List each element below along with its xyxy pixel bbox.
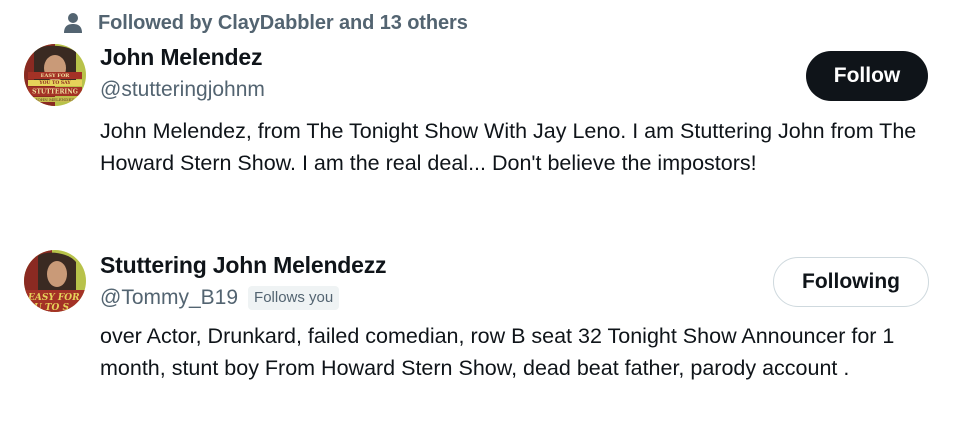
user-name[interactable]: John Melendez [100,44,262,71]
follow-button[interactable]: Follow [806,51,928,101]
follows-you-badge: Follows you [248,286,340,310]
avatar-text-1: EASY FOR [41,73,71,79]
user-handle[interactable]: @stutteringjohnm [100,78,265,102]
user-cell[interactable]: EASY FOR YOU TO SAY STUTTERING JOHN MELE… [0,0,966,232]
avatar-text-4: JOHN MELENDEZ [35,97,74,102]
user-name[interactable]: Stuttering John Melendezz [100,252,387,279]
avatar-text-3: STUTTERING [32,89,78,96]
avatar[interactable]: EASY FOR YOU TO SAY STUTTERING JOHN MELE… [24,44,86,106]
avatar-text-2: YOU TO SAY [38,80,71,86]
avatar-text-1: EASY FOR [27,293,80,303]
handle-row: @Tommy_B19 Follows you [100,286,340,310]
avatar-text-2: OU TO S [26,303,69,312]
handle-row: @stutteringjohnm [100,78,265,102]
user-bio: John Melendez, from The Tonight Show Wit… [100,119,917,175]
following-button[interactable]: Following [773,257,929,307]
user-handle[interactable]: @Tommy_B19 [100,286,238,310]
user-cell[interactable]: EASY FOR OU TO S Stuttering John Melende… [0,232,966,432]
user-bio: over Actor, Drunkard, failed comedian, r… [100,324,895,380]
avatar[interactable]: EASY FOR OU TO S [24,250,86,312]
